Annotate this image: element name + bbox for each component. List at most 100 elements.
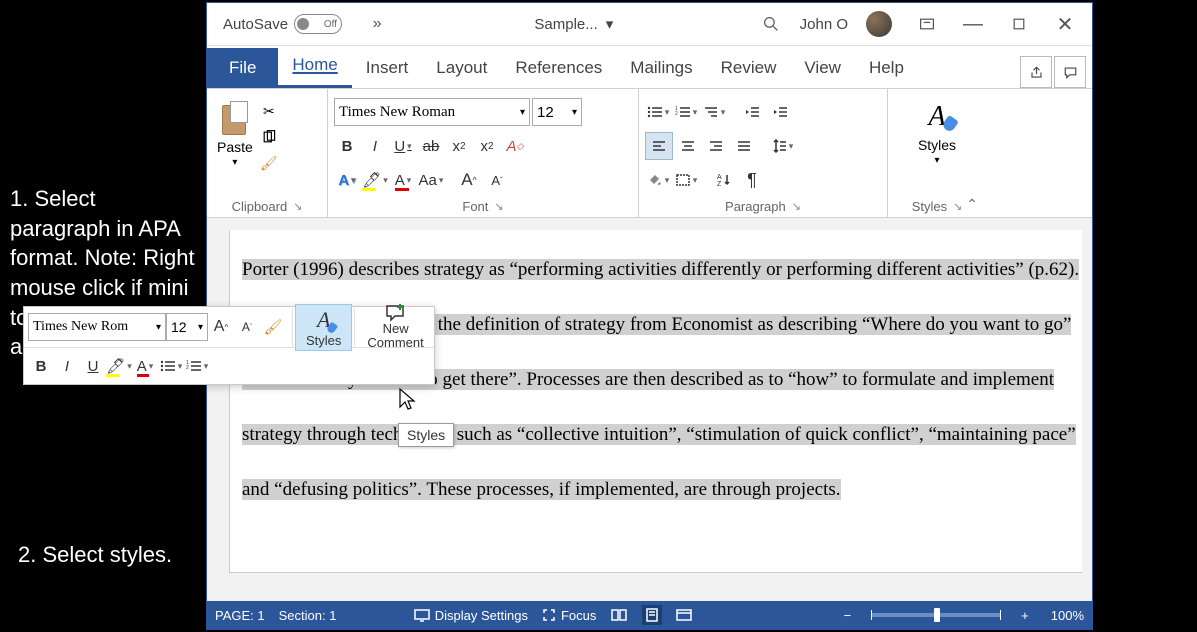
tab-insert[interactable]: Insert	[352, 48, 423, 88]
paste-button[interactable]: Paste ▾	[213, 97, 257, 170]
comments-button[interactable]	[1054, 56, 1086, 88]
autosave-toggle[interactable]: AutoSave Off	[213, 14, 352, 34]
font-name-combo[interactable]: Times New Roman▾	[334, 98, 530, 126]
multilevel-button[interactable]	[701, 99, 727, 125]
tab-help[interactable]: Help	[855, 48, 918, 88]
statusbar: PAGE: 1 Section: 1 Display Settings Focu…	[207, 601, 1092, 629]
clear-formatting-button[interactable]: A◇	[502, 133, 528, 159]
tab-file[interactable]: File	[207, 48, 278, 88]
tab-view[interactable]: View	[790, 48, 855, 88]
collapse-ribbon-icon[interactable]: ⌃	[966, 196, 978, 213]
align-center-button[interactable]	[675, 133, 701, 159]
italic-button[interactable]: I	[362, 133, 388, 159]
document-title[interactable]: Sample... ▾	[520, 15, 627, 33]
underline-button[interactable]: U	[390, 133, 416, 159]
svg-text:Z: Z	[717, 181, 722, 187]
search-icon[interactable]	[750, 4, 792, 44]
mt-styles-button[interactable]: A Styles	[295, 304, 352, 351]
font-color-button[interactable]: A	[390, 167, 416, 193]
cut-icon[interactable]: ✂	[259, 101, 279, 121]
shrink-font-button[interactable]: Aˇ	[484, 167, 510, 193]
mt-font-size[interactable]: 12▾	[166, 313, 208, 341]
line-spacing-button[interactable]	[769, 133, 795, 159]
dialog-launcher-icon[interactable]: ↘	[293, 200, 302, 213]
group-paragraph: 12	[639, 89, 888, 217]
tab-mailings[interactable]: Mailings	[616, 48, 706, 88]
group-label: Font	[462, 199, 488, 214]
text-effects-button[interactable]: A	[334, 167, 360, 193]
copy-icon[interactable]	[259, 127, 279, 147]
subscript-button[interactable]: x2	[446, 133, 472, 159]
group-clipboard: Paste ▾ ✂ 🖌 Clipboard ↘	[207, 89, 328, 217]
mt-font-name[interactable]: Times New Rom▾	[28, 313, 166, 341]
share-button[interactable]	[1020, 56, 1052, 88]
page-indicator[interactable]: PAGE: 1	[215, 608, 265, 623]
zoom-out-button[interactable]: −	[844, 608, 852, 623]
show-marks-button[interactable]: ¶	[739, 167, 765, 193]
document-page[interactable]: Porter (1996) describes strategy as “per…	[229, 230, 1082, 573]
toggle-off-icon: Off	[294, 14, 342, 34]
ribbon: Paste ▾ ✂ 🖌 Clipboard ↘	[207, 89, 1092, 218]
bullets-button[interactable]	[645, 99, 671, 125]
dialog-launcher-icon[interactable]: ↘	[792, 200, 801, 213]
annotation-step2: 2. Select styles.	[18, 540, 198, 570]
mt-underline[interactable]: U	[80, 347, 106, 385]
mt-numbering[interactable]: 12	[184, 347, 210, 385]
username[interactable]: John O	[796, 16, 852, 33]
styles-button[interactable]: A Styles ▾	[894, 93, 980, 196]
autosave-label: AutoSave	[223, 16, 288, 33]
mt-format-painter[interactable]: 🖌	[260, 308, 286, 346]
mt-italic[interactable]: I	[54, 347, 80, 385]
zoom-in-button[interactable]: +	[1021, 608, 1029, 623]
mt-grow-font[interactable]: A^	[208, 308, 234, 346]
read-mode-icon[interactable]	[610, 608, 628, 622]
increase-indent-button[interactable]	[767, 99, 793, 125]
maximize-button[interactable]	[998, 4, 1040, 44]
mt-font-color[interactable]: A	[132, 347, 158, 385]
close-button[interactable]: ✕	[1044, 4, 1086, 44]
numbering-button[interactable]: 12	[673, 99, 699, 125]
dialog-launcher-icon[interactable]: ↘	[953, 200, 962, 213]
display-settings-button[interactable]: Display Settings	[414, 608, 528, 623]
highlight-button[interactable]: 🖊	[362, 167, 388, 193]
chevron-down-icon: ▾	[232, 157, 237, 168]
focus-button[interactable]: Focus	[542, 608, 596, 623]
align-left-button[interactable]	[645, 132, 673, 160]
tab-review[interactable]: Review	[707, 48, 791, 88]
minimize-button[interactable]: —	[952, 4, 994, 44]
bold-button[interactable]: B	[334, 133, 360, 159]
tab-home[interactable]: Home	[278, 45, 351, 88]
sort-button[interactable]: AZ	[711, 167, 737, 193]
paste-icon	[218, 99, 252, 137]
chevron-down-icon: ▾	[934, 155, 939, 166]
superscript-button[interactable]: x2	[474, 133, 500, 159]
mt-highlight[interactable]: 🖊	[106, 347, 132, 385]
shading-button[interactable]	[645, 167, 671, 193]
format-painter-icon[interactable]: 🖌	[259, 153, 279, 173]
mt-new-comment-button[interactable]: NewComment	[357, 302, 433, 353]
tab-layout[interactable]: Layout	[422, 48, 501, 88]
web-layout-icon[interactable]	[676, 608, 692, 622]
dialog-launcher-icon[interactable]: ↘	[494, 200, 503, 213]
ribbon-display-icon[interactable]	[906, 4, 948, 44]
decrease-indent-button[interactable]	[739, 99, 765, 125]
change-case-button[interactable]: Aa	[418, 167, 444, 193]
print-layout-icon[interactable]	[642, 605, 662, 625]
mt-bullets[interactable]	[158, 347, 184, 385]
display-settings-label: Display Settings	[435, 608, 528, 623]
section-indicator[interactable]: Section: 1	[279, 608, 337, 623]
mt-bold[interactable]: B	[28, 347, 54, 385]
zoom-level[interactable]: 100%	[1051, 608, 1084, 623]
font-size-combo[interactable]: 12▾	[532, 98, 582, 126]
mt-shrink-font[interactable]: Aˇ	[234, 308, 260, 346]
zoom-slider[interactable]	[871, 613, 1001, 617]
borders-button[interactable]	[673, 167, 699, 193]
grow-font-button[interactable]: A^	[456, 167, 482, 193]
svg-text:2: 2	[186, 365, 189, 371]
quick-access-overflow[interactable]: »	[356, 4, 398, 44]
tab-references[interactable]: References	[501, 48, 616, 88]
strikethrough-button[interactable]: ab	[418, 133, 444, 159]
align-right-button[interactable]	[703, 133, 729, 159]
justify-button[interactable]	[731, 133, 757, 159]
user-avatar[interactable]	[866, 11, 892, 37]
